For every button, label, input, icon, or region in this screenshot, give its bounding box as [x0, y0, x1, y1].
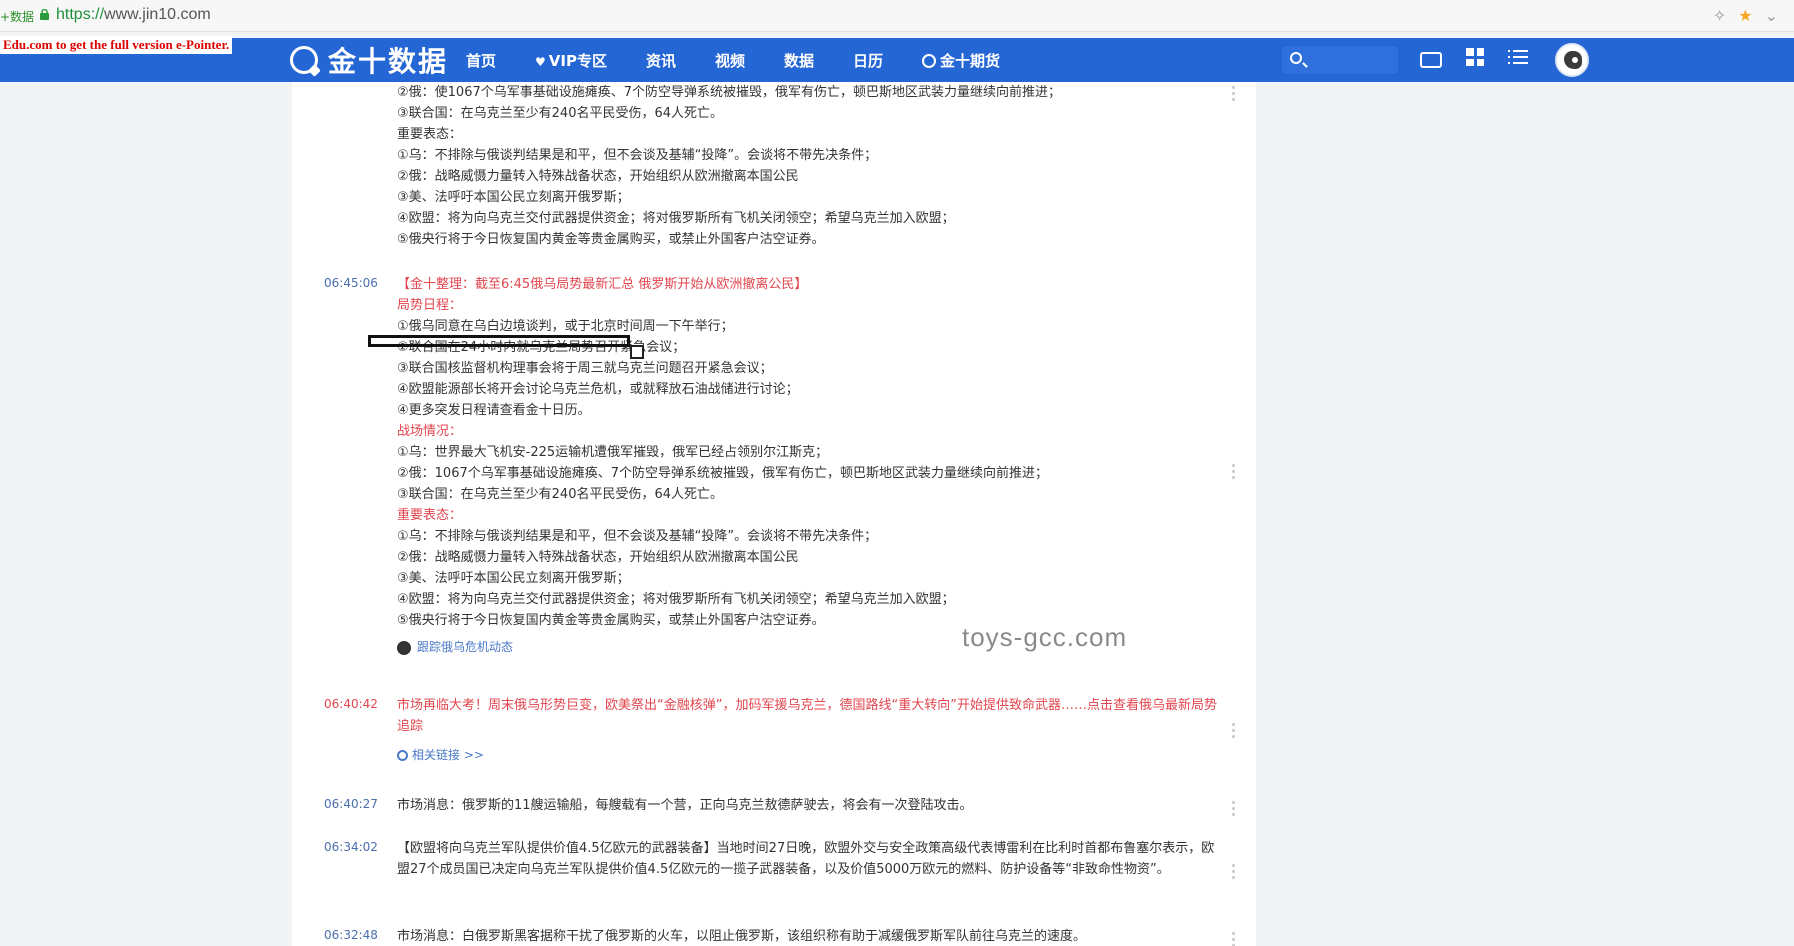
main-nav: 首页 ♥ VIP专区 资讯 视频 数据 日历 金十期货	[466, 38, 1039, 82]
futures-icon	[922, 53, 937, 68]
feed-item-body: ②俄：使1067个乌军事基础设施瘫痪、7个防空导弹系统被摧毁，俄军有伤亡，顿巴斯…	[397, 82, 1217, 250]
feed-line: ①乌：不排除与俄谈判结果是和平，但不会谈及基辅“投降”。会谈将不带先决条件；	[397, 148, 878, 163]
tab-title-fragment[interactable]: +数据	[0, 8, 34, 25]
nav-video[interactable]: 视频	[715, 50, 745, 71]
header-tools	[1420, 46, 1530, 68]
lock-icon	[40, 9, 49, 20]
feed-line: ②俄：战略威慑力量转入特殊战备状态，开始组织从欧洲撤离本国公民	[397, 169, 799, 184]
feed-item-body: 市场再临大考！周末俄乌形势巨变，欧美祭出“金融核弹”，加码军援乌克兰，德国路线“…	[397, 695, 1217, 766]
related-link-label: 相关链接 >>	[412, 748, 484, 762]
extension-icon[interactable]: ✧	[1713, 6, 1726, 25]
feed-text: 市场消息：白俄罗斯黑客据称干扰了俄罗斯的火车，以阻止俄罗斯，该组织称有助于减缓俄…	[397, 929, 1087, 944]
news-feed: ②俄：使1067个乌军事基础设施瘫痪、7个防空导弹系统被摧毁，俄军有伤亡，顿巴斯…	[292, 82, 1256, 946]
site-watermark: toys-gcc.com	[962, 622, 1128, 652]
trial-watermark: Edu.com to get the full version e-Pointe…	[0, 36, 233, 54]
feed-line: ③美、法呼吁本国公民立刻离开俄罗斯；	[397, 571, 630, 586]
feed-headline[interactable]: 市场再临大考！周末俄乌形势巨变，欧美祭出“金融核弹”，加码军援乌克兰，德国路线“…	[397, 695, 1217, 737]
user-avatar[interactable]	[1555, 43, 1589, 77]
feed-item-body: 【金十整理：截至6:45俄乌局势最新汇总 俄罗斯开始从欧洲撤离公民】 局势日程：…	[397, 274, 1217, 658]
feed-line: ①俄乌同意在乌白边境谈判，或于北京时间周一下午举行；	[397, 319, 734, 334]
more-options-icon[interactable]	[1232, 801, 1235, 819]
logo-text: 金十数据	[328, 45, 449, 78]
feed-line: ③联合国：在乌克兰至少有240名平民受伤，64人死亡。	[397, 487, 724, 502]
feed-time: 06:40:27	[324, 797, 378, 811]
feed-item-body: 【欧盟将向乌克兰军队提供价值4.5亿欧元的武器装备】当地时间27日晚，欧盟外交与…	[397, 838, 1217, 880]
feed-item-body: 市场消息：白俄罗斯黑客据称干扰了俄罗斯的火车，以阻止俄罗斯，该组织称有助于减缓俄…	[397, 926, 1217, 946]
annotation-highlight-box	[368, 335, 630, 347]
mouse-cursor-icon	[630, 345, 644, 359]
chevron-down-icon[interactable]: ⌄	[1765, 6, 1778, 25]
link-icon	[397, 750, 408, 761]
vip-icon: ♥	[535, 54, 546, 69]
more-options-icon[interactable]	[1232, 723, 1235, 741]
feed-line: ①乌：不排除与俄谈判结果是和平，但不会谈及基辅“投降”。会谈将不带先决条件；	[397, 529, 878, 544]
feed-line: ①乌：世界最大飞机安-225运输机遭俄军摧毁，俄军已经占领别尔江斯克；	[397, 445, 829, 460]
more-options-icon[interactable]	[1232, 464, 1235, 482]
nav-futures-label: 金十期货	[940, 51, 1001, 70]
list-icon[interactable]	[1508, 46, 1530, 68]
section-label: 重要表态：	[397, 508, 463, 523]
feed-line: ④欧盟能源部长将开会讨论乌克兰危机，或就释放石油战储进行讨论；	[397, 382, 799, 397]
feed-line: ③美、法呼吁本国公民立刻离开俄罗斯；	[397, 190, 630, 205]
nav-futures[interactable]: 金十期货	[922, 50, 1000, 71]
feed-line: ③联合国：在乌克兰至少有240名平民受伤，64人死亡。	[397, 106, 724, 121]
feed-headline[interactable]: 【金十整理：截至6:45俄乌局势最新汇总 俄罗斯开始从欧洲撤离公民】	[397, 274, 1217, 295]
site-logo[interactable]: 金十数据	[290, 44, 448, 78]
follow-topic-label: 跟踪俄乌危机动态	[417, 640, 514, 654]
section-label: 局势日程：	[397, 298, 463, 313]
nav-vip-label: VIP专区	[548, 51, 607, 70]
feed-line: ④更多突发日程请查看金十日历。	[397, 403, 591, 418]
feed-line: ⑤俄央行将于今日恢复国内黄金等贵金属购买，或禁止外国客户沽空证券。	[397, 232, 825, 247]
qr-grid-icon[interactable]	[1464, 46, 1486, 68]
url-scheme: https://	[56, 6, 105, 23]
more-options-icon[interactable]	[1232, 932, 1235, 946]
nav-home[interactable]: 首页	[466, 50, 496, 71]
feed-item-body: 市场消息：俄罗斯的11艘运输船，每艘载有一个营，正向乌克兰敖德萨驶去，将会有一次…	[397, 795, 1217, 816]
nav-news[interactable]: 资讯	[646, 50, 676, 71]
browser-toolbar: +数据 https://www.jin10.com ✧ ★ ⌄	[0, 0, 1794, 32]
logo-icon	[290, 46, 318, 74]
nav-vip[interactable]: ♥ VIP专区	[535, 50, 607, 71]
feed-time: 06:40:42	[324, 697, 378, 711]
section-label: 战场情况：	[397, 424, 463, 439]
feed-text: 市场消息：俄罗斯的11艘运输船，每艘载有一个营，正向乌克兰敖德萨驶去，将会有一次…	[397, 798, 973, 813]
related-link[interactable]: 相关链接 >>	[397, 745, 1217, 766]
browser-actions: ✧ ★ ⌄	[1713, 6, 1778, 25]
feed-time: 06:32:48	[324, 928, 378, 942]
search-input[interactable]	[1282, 46, 1398, 74]
feed-line: ④欧盟：将为向乌克兰交付武器提供资金；将对俄罗斯所有飞机关闭领空；希望乌克兰加入…	[397, 592, 955, 607]
nav-calendar[interactable]: 日历	[853, 50, 883, 71]
feed-time: 06:34:02	[324, 840, 378, 854]
feed-line: ②俄：战略威慑力量转入特殊战备状态，开始组织从欧洲撤离本国公民	[397, 550, 799, 565]
search-icon[interactable]	[1290, 52, 1302, 64]
url-host: www.jin10.com	[104, 6, 211, 23]
tv-icon[interactable]	[1420, 52, 1442, 68]
feed-text: 【欧盟将向乌克兰军队提供价值4.5亿欧元的武器装备】当地时间27日晚，欧盟外交与…	[397, 841, 1215, 877]
feed-line: ②俄：1067个乌军事基础设施瘫痪、7个防空导弹系统被摧毁，俄军有伤亡，顿巴斯地…	[397, 466, 1049, 481]
bookmark-star-icon[interactable]: ★	[1738, 6, 1752, 25]
more-options-icon[interactable]	[1232, 86, 1235, 104]
feed-line: ③联合国核监督机构理事会将于周三就乌克兰问题召开紧急会议；	[397, 361, 773, 376]
topic-avatar-icon	[397, 640, 411, 655]
feed-line: ②俄：使1067个乌军事基础设施瘫痪、7个防空导弹系统被摧毁，俄军有伤亡，顿巴斯…	[397, 85, 1062, 100]
feed-line: 重要表态：	[397, 127, 463, 142]
nav-data[interactable]: 数据	[784, 50, 814, 71]
feed-time: 06:45:06	[324, 276, 378, 290]
address-bar[interactable]: https://www.jin10.com	[56, 6, 211, 24]
more-options-icon[interactable]	[1232, 864, 1235, 882]
feed-line: ④欧盟：将为向乌克兰交付武器提供资金；将对俄罗斯所有飞机关闭领空；希望乌克兰加入…	[397, 211, 955, 226]
